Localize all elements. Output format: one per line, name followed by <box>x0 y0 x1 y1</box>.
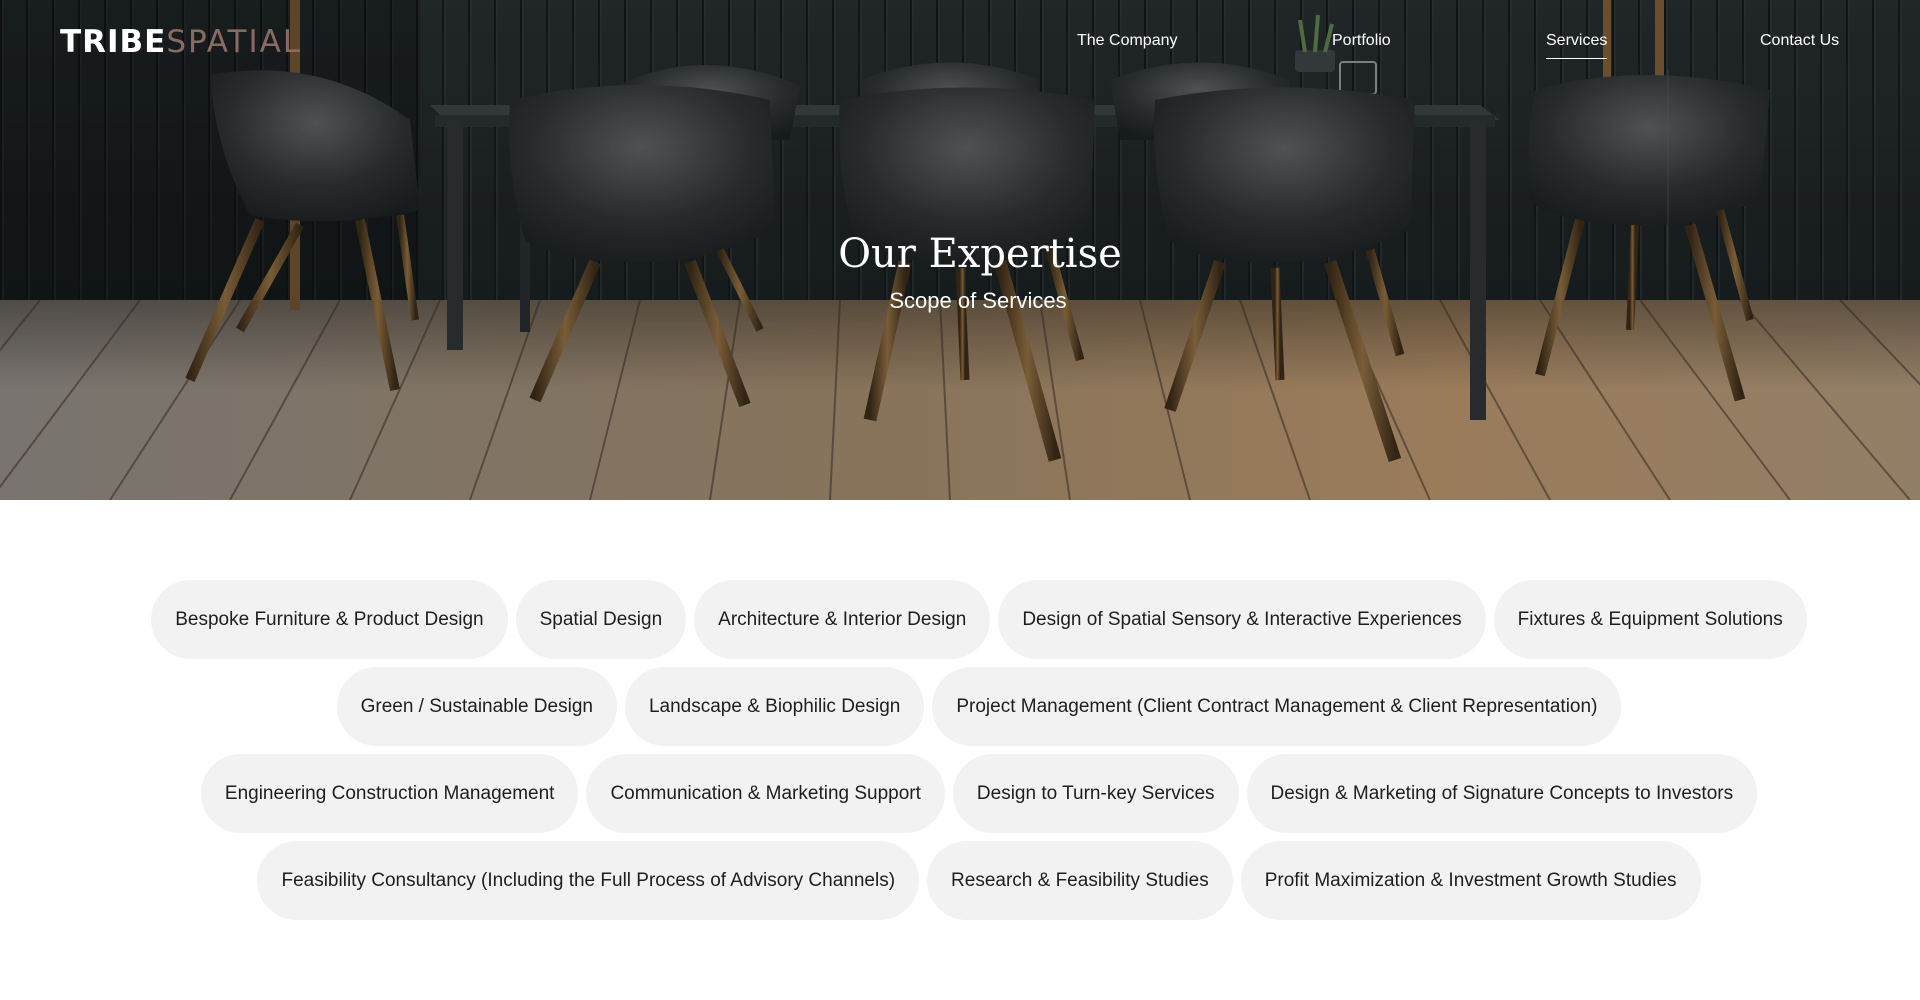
hero-heading-block: Our Expertise Scope of Services <box>0 228 1920 314</box>
nav-link-services[interactable]: Services <box>1546 30 1607 59</box>
service-chip[interactable]: Bespoke Furniture & Product Design <box>151 580 508 659</box>
hero-banner: TRIBE SPATIAL The Company Portfolio Servi… <box>0 0 1920 500</box>
services-row: Engineering Construction Management Comm… <box>0 754 1920 833</box>
service-chip[interactable]: Feasibility Consultancy (Including the F… <box>257 841 920 920</box>
service-chip[interactable]: Design of Spatial Sensory & Interactive … <box>998 580 1486 659</box>
nav-link-portfolio[interactable]: Portfolio <box>1332 30 1391 52</box>
service-chip[interactable]: Green / Sustainable Design <box>336 667 617 746</box>
service-chip[interactable]: Profit Maximization & Investment Growth … <box>1240 841 1701 920</box>
top-navigation: TRIBE SPATIAL The Company Portfolio Servi… <box>0 0 1920 84</box>
services-row: Green / Sustainable Design Landscape & B… <box>0 667 1920 746</box>
service-chip[interactable]: Landscape & Biophilic Design <box>624 667 925 746</box>
service-chip[interactable]: Design to Turn-key Services <box>952 754 1239 833</box>
nav-link-contact-us[interactable]: Contact Us <box>1760 30 1839 52</box>
service-chip[interactable]: Architecture & Interior Design <box>694 580 991 659</box>
nav-link-the-company[interactable]: The Company <box>1077 30 1178 52</box>
page-subtitle: Scope of Services <box>889 288 1067 313</box>
service-chip[interactable]: Project Management (Client Contract Mana… <box>932 667 1622 746</box>
services-list: Bespoke Furniture & Product Design Spati… <box>0 580 1920 928</box>
services-row: Feasibility Consultancy (Including the F… <box>0 841 1920 920</box>
service-chip[interactable]: Design & Marketing of Signature Concepts… <box>1246 754 1758 833</box>
service-chip[interactable]: Communication & Marketing Support <box>586 754 945 833</box>
service-chip[interactable]: Research & Feasibility Studies <box>927 841 1233 920</box>
service-chip[interactable]: Fixtures & Equipment Solutions <box>1493 580 1807 659</box>
service-chip[interactable]: Engineering Construction Management <box>200 754 579 833</box>
services-row: Bespoke Furniture & Product Design Spati… <box>0 580 1920 659</box>
service-chip[interactable]: Spatial Design <box>515 580 687 659</box>
nav-links: The Company Portfolio Services Contact U… <box>0 30 1920 54</box>
page-title: Our Expertise <box>838 231 1122 277</box>
